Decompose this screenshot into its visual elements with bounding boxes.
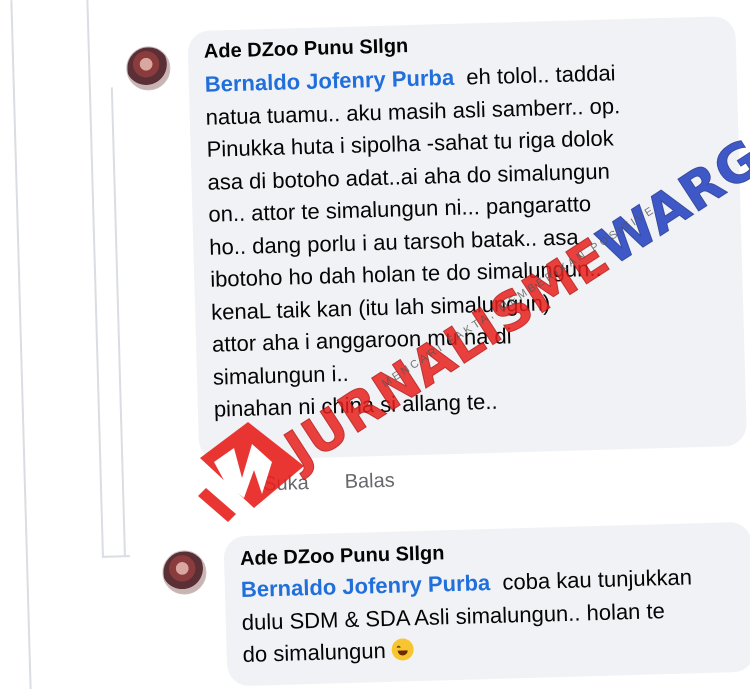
comment-line: ho.. dang porlu i au tarsoh batak.. asa [208,223,579,260]
comment-body: Bernaldo Jofenry Purba coba kau tunjukka… [240,560,750,672]
reply-button[interactable]: Balas [344,470,395,493]
comment-line: do simalungun [242,637,387,667]
comment-line: Pinukka huta i sipolha -sahat tu riga do… [206,125,615,162]
thread-line-outer [86,0,104,558]
mention-link[interactable]: Bernaldo Jofenry Purba [241,570,491,602]
comment-thread: Ade DZoo Punu SIlgn Bernaldo Jofenry Pur… [0,0,750,689]
avatar[interactable] [161,549,208,596]
comment-line: dulu SDM & SDA Asli simalungun.. holan t… [241,597,666,635]
thread-line-left [10,0,32,689]
comment-line: coba kau tunjukkan [502,564,693,595]
avatar[interactable] [125,45,171,91]
thread-line-inner [110,87,126,558]
comment-line: natua tuamu.. aku masih asli samberr.. o… [205,92,621,130]
comment-line: on.. attor te simalungun ni... pangaratt… [208,191,592,227]
mention-link[interactable]: Bernaldo Jofenry Purba [204,65,454,97]
comment-line: asa di botoho adat..ai aha do simalungun [207,158,611,195]
screenshot-canvas: Ade DZoo Punu SIlgn Bernaldo Jofenry Pur… [0,0,750,689]
comment-line: eh tolol.. taddai [465,60,616,90]
comment-line: simalungun i.. [212,360,350,390]
rolling-laughing-emoji-icon [391,638,415,661]
